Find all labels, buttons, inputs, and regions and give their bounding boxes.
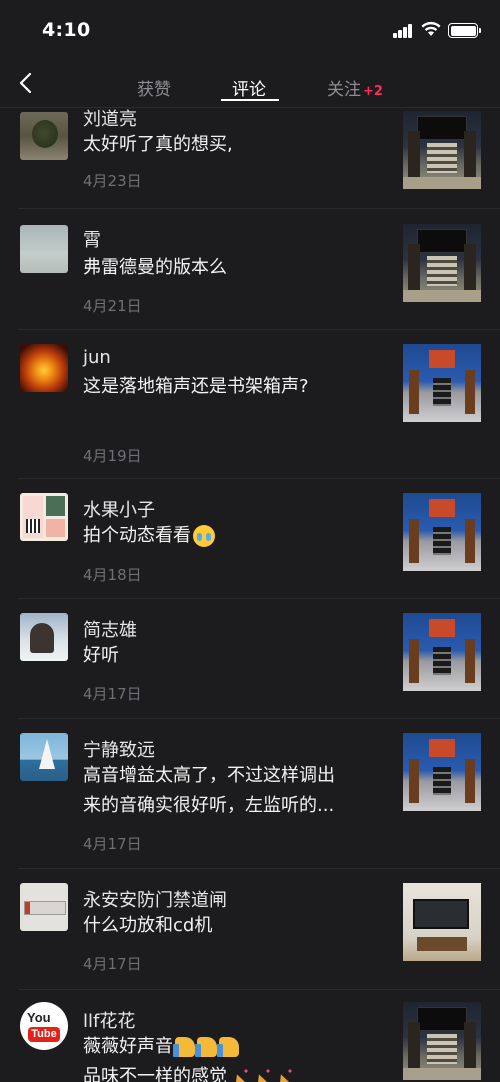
youtube-logo-word: You <box>27 1010 51 1025</box>
comment-item[interactable]: 刘道亮 太好听了真的想买, 4月23日 <box>0 108 500 209</box>
back-arrow-icon[interactable] <box>14 70 40 96</box>
youtube-logo-tube: Tube <box>28 1027 60 1042</box>
comment-text: 高音增益太高了，不过这样调出 来的音确实很好听，左监听的... <box>83 761 388 821</box>
comment-line: 这是落地箱声还是书架箱声? <box>83 376 309 397</box>
comment-item[interactable]: jun 这是落地箱声还是书架箱声? 4月19日 <box>0 330 500 479</box>
avatar[interactable] <box>20 225 68 273</box>
avatar[interactable] <box>20 112 68 160</box>
comment-line: 好听 <box>83 645 119 666</box>
active-tab-indicator <box>221 99 279 101</box>
commenter-name[interactable]: 水果小子 <box>83 496 155 522</box>
nav-bar: 获赞 评论 关注 +2 <box>0 56 500 108</box>
video-thumbnail[interactable] <box>403 613 481 691</box>
comment-item[interactable]: 宁静致远 高音增益太高了，不过这样调出 来的音确实很好听，左监听的... 4月1… <box>0 719 500 869</box>
comment-date: 4月17日 <box>83 955 142 973</box>
comment-list[interactable]: 刘道亮 太好听了真的想买, 4月23日 霄 弗雷德曼的版本么 4月21日 jun… <box>0 108 500 1082</box>
commenter-name[interactable]: 霄 <box>83 226 101 252</box>
video-thumbnail[interactable] <box>403 493 481 571</box>
video-thumbnail[interactable] <box>403 111 481 189</box>
tab-label: 评论 <box>232 80 266 100</box>
commenter-name[interactable]: llf花花 <box>83 1007 135 1033</box>
comment-date: 4月17日 <box>83 685 142 703</box>
comment-line: 品味不一样的感觉 <box>83 1066 227 1082</box>
comment-line: 太好听了真的想买, <box>83 134 233 155</box>
wifi-icon <box>421 21 441 36</box>
comment-item[interactable]: 水果小子 拍个动态看看 4月18日 <box>0 479 500 599</box>
avatar[interactable] <box>20 344 68 392</box>
comment-line: 弗雷德曼的版本么 <box>83 257 227 278</box>
commenter-name[interactable]: 简志雄 <box>83 616 137 642</box>
follow-count-badge: +2 <box>363 84 383 99</box>
tab-follow[interactable]: 关注 +2 <box>327 75 383 100</box>
avatar[interactable] <box>20 883 68 931</box>
battery-icon <box>448 23 478 38</box>
comment-text: 薇薇好声音 品味不一样的感觉 <box>83 1032 388 1082</box>
thumbs-up-emoji-icon <box>173 1037 195 1057</box>
comment-item[interactable]: 霄 弗雷德曼的版本么 4月21日 <box>0 209 500 330</box>
thumbs-up-emoji-icon <box>195 1037 217 1057</box>
thumbs-up-emoji-icon <box>217 1037 239 1057</box>
video-thumbnail[interactable] <box>403 733 481 811</box>
comment-line: 什么功放和cd机 <box>83 915 213 936</box>
comment-item[interactable]: 永安安防门禁道闸 什么功放和cd机 4月17日 <box>0 869 500 990</box>
comment-date: 4月19日 <box>83 447 142 465</box>
avatar[interactable] <box>20 493 68 541</box>
crying-face-emoji-icon <box>193 525 215 547</box>
comment-date: 4月21日 <box>83 297 142 315</box>
comment-text: 什么功放和cd机 <box>83 911 388 941</box>
tab-label: 关注 <box>327 80 361 100</box>
comment-text: 拍个动态看看 <box>83 521 388 551</box>
party-popper-emoji-icon <box>231 1068 249 1082</box>
tab-comments[interactable]: 评论 <box>232 75 266 100</box>
comment-line: 拍个动态看看 <box>83 525 191 546</box>
comment-line: 高音增益太高了，不过这样调出 <box>83 765 335 786</box>
party-popper-emoji-icon <box>253 1068 271 1082</box>
video-thumbnail[interactable] <box>403 344 481 422</box>
commenter-name[interactable]: 宁静致远 <box>83 736 155 762</box>
status-time: 4:10 <box>42 19 91 41</box>
cellular-signal-icon <box>393 24 413 38</box>
video-thumbnail[interactable] <box>403 1002 481 1080</box>
comment-text: 这是落地箱声还是书架箱声? <box>83 372 388 402</box>
party-popper-emoji-icon <box>275 1068 293 1082</box>
tab-label: 获赞 <box>137 80 171 100</box>
avatar[interactable] <box>20 613 68 661</box>
comment-item[interactable]: 简志雄 好听 4月17日 <box>0 599 500 719</box>
comment-item[interactable]: You Tube llf花花 薇薇好声音 品味不一样的感觉 <box>0 990 500 1082</box>
avatar[interactable] <box>20 733 68 781</box>
tab-likes[interactable]: 获赞 <box>137 75 171 100</box>
comment-text: 太好听了真的想买, <box>83 130 388 160</box>
comment-date: 4月18日 <box>83 566 142 584</box>
video-thumbnail[interactable] <box>403 883 481 961</box>
commenter-name[interactable]: 刘道亮 <box>83 108 137 131</box>
comment-text: 好听 <box>83 641 388 671</box>
comment-line: 来的音确实很好听，左监听的... <box>83 795 335 816</box>
commenter-name[interactable]: 永安安防门禁道闸 <box>83 886 227 912</box>
avatar[interactable]: You Tube <box>20 1002 68 1050</box>
comment-text: 弗雷德曼的版本么 <box>83 253 388 283</box>
status-bar: 4:10 <box>0 0 500 56</box>
comment-date: 4月17日 <box>83 835 142 853</box>
comment-line: 薇薇好声音 <box>83 1036 173 1057</box>
video-thumbnail[interactable] <box>403 224 481 302</box>
comment-date: 4月23日 <box>83 172 142 190</box>
commenter-name[interactable]: jun <box>83 347 111 368</box>
